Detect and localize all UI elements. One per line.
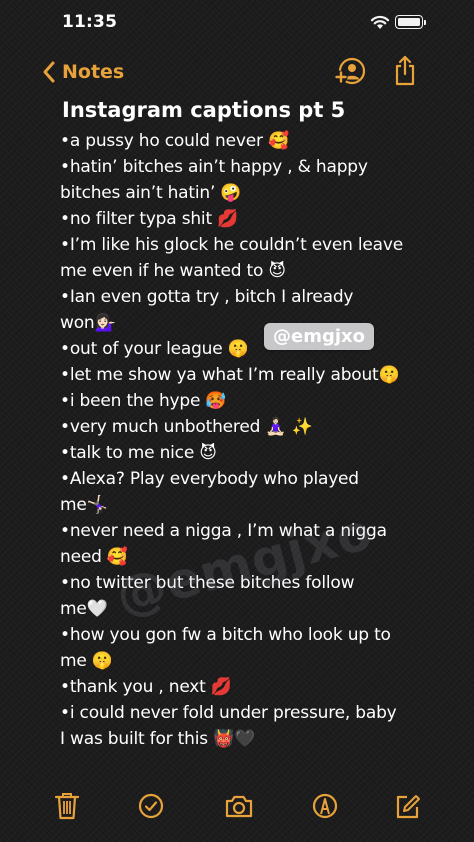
chevron-left-icon [42, 61, 56, 83]
back-label: Notes [62, 61, 125, 83]
note-line: •let me show ya what I’m really about🤫 [60, 365, 400, 385]
markup-pen-icon[interactable] [312, 792, 338, 820]
note-line: I was built for this 👹🖤 [60, 729, 256, 749]
add-person-icon[interactable] [333, 57, 365, 85]
note-line: •no filter typa shit 💋 [60, 209, 239, 229]
note-line: •i could never fold under pressure, baby [60, 703, 397, 723]
share-icon[interactable] [393, 55, 417, 87]
note-line: •very much unbothered 🧘🏻‍♀️ ✨ [60, 417, 313, 437]
camera-icon[interactable] [224, 792, 254, 820]
status-bar: 11:35 [0, 0, 474, 48]
trash-icon[interactable] [54, 792, 80, 820]
note-title[interactable]: Instagram captions pt 5 [62, 98, 345, 122]
note-line: •talk to me nice 😈 [60, 443, 217, 463]
back-button[interactable]: Notes [42, 58, 124, 86]
compose-icon[interactable] [395, 792, 421, 820]
username-sticker: @emgjxo [264, 323, 374, 350]
battery-cap [424, 20, 426, 25]
note-line: •hatin’ bitches ain’t happy , & happy [60, 157, 368, 177]
note-line: •I’m like his glock he couldn’t even lea… [60, 235, 404, 255]
note-body[interactable]: •a pussy ho could never 🥰 •hatin’ bitche… [60, 128, 416, 752]
note-line: •thank you , next 💋 [60, 677, 232, 697]
checklist-icon[interactable] [138, 792, 164, 820]
note-line: •Ian even gotta try , bitch I already [60, 287, 354, 307]
note-line: •i been the hype 🥵 [60, 391, 227, 411]
note-line: me even if he wanted to 😈 [60, 261, 286, 281]
note-line: bitches ain’t hatin’ 🤪 [60, 183, 242, 203]
note-line: •a pussy ho could never 🥰 [60, 131, 289, 151]
wifi-icon [370, 14, 390, 30]
note-line: •Alexa? Play everybody who played [60, 469, 359, 489]
note-line: me🤍 [60, 599, 108, 619]
status-time: 11:35 [62, 12, 118, 32]
note-line: •how you gon fw a bitch who look up to [60, 625, 391, 645]
note-line: me 🤫 [60, 651, 113, 671]
battery-icon [395, 15, 423, 29]
